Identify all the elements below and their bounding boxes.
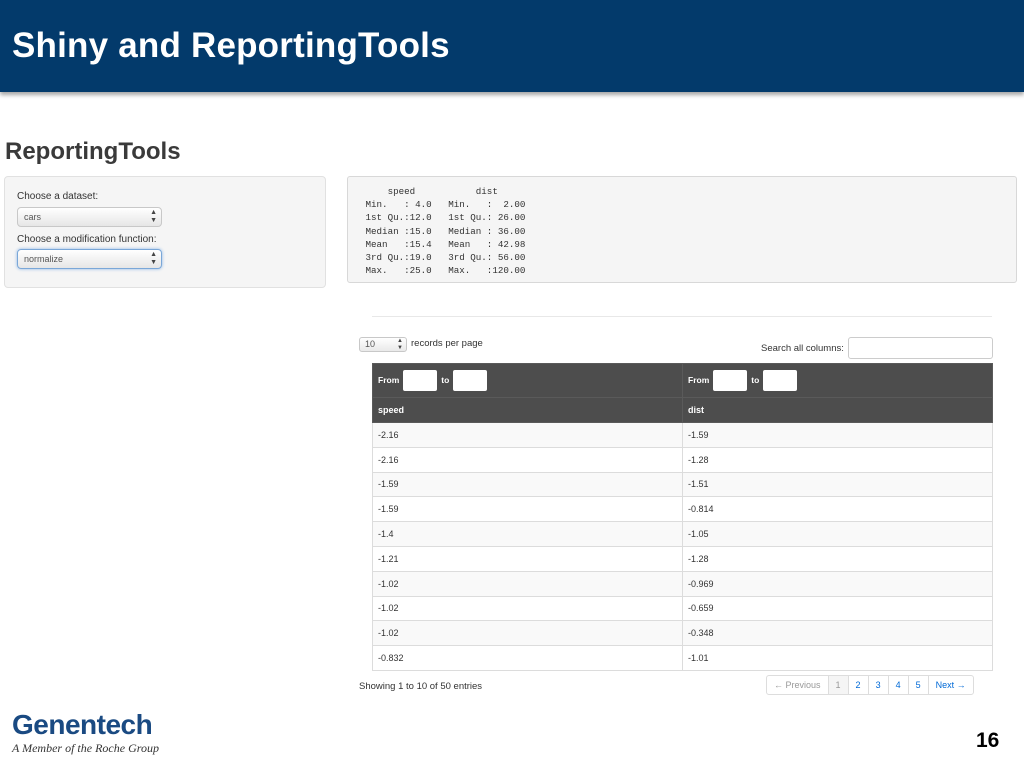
table-cell: -1.28	[682, 545, 993, 572]
table-cell: -1.59	[682, 422, 993, 448]
logo-brand: Genentech	[12, 709, 153, 740]
filter-from-label: From	[688, 374, 710, 385]
table-cell: -1.28	[682, 446, 993, 473]
summary-output: speed dist Min. : 4.0 Min. : 2.00 1st Qu…	[347, 176, 1017, 283]
next-page-button[interactable]: Next →	[927, 676, 973, 694]
column-header-dist[interactable]: dist	[682, 397, 993, 423]
pagination: ← Previous 1 2 3 4 5 Next →	[766, 675, 974, 695]
table-cell: -1.21	[372, 545, 683, 572]
table-cell: -2.16	[372, 422, 683, 448]
table-cell: -0.814	[682, 496, 993, 523]
table-cell: -0.659	[682, 595, 993, 622]
table-cell: -1.59	[372, 496, 683, 523]
filter-row: From to From to	[372, 363, 993, 398]
table-row: -1.02 -0.659	[372, 595, 993, 622]
table-row: -0.832 -1.01	[372, 645, 993, 671]
filter-cell-speed: From to	[372, 363, 683, 398]
select-arrows-icon: ▲ ▼	[150, 251, 157, 266]
table-cell: -2.16	[372, 446, 683, 473]
table-cell: -1.02	[372, 620, 683, 647]
column-header-speed[interactable]: speed	[372, 397, 683, 423]
table-row: -1.4 -1.05	[372, 521, 993, 547]
speed-to-input[interactable]	[453, 370, 488, 391]
dataset-label: Choose a dataset:	[17, 191, 99, 202]
function-select-value: normalize	[24, 254, 64, 264]
table-cell: -0.969	[682, 570, 993, 597]
logo-tagline: A Member of the Roche Group	[12, 741, 159, 755]
records-per-page-label: records per page	[411, 338, 483, 349]
function-select[interactable]: normalize ▲ ▼	[17, 249, 162, 269]
page-button-2[interactable]: 2	[847, 676, 868, 694]
page-button-5[interactable]: 5	[907, 676, 928, 694]
previous-page-button[interactable]: ← Previous	[767, 676, 828, 694]
dataset-select-value: cars	[24, 212, 42, 222]
select-arrows-icon: ▲ ▼	[397, 338, 403, 351]
table-row: -1.59 -0.814	[372, 496, 993, 523]
function-label: Choose a modification function:	[17, 234, 157, 245]
summary-text: speed dist Min. : 4.0 Min. : 2.00 1st Qu…	[365, 186, 526, 277]
dataset-select[interactable]: cars ▲ ▼	[17, 207, 162, 227]
page-button-4[interactable]: 4	[887, 676, 908, 694]
table-cell: -0.832	[372, 645, 683, 671]
page-button-3[interactable]: 3	[867, 676, 888, 694]
filter-to-label: to	[751, 374, 760, 385]
table-row: -2.16 -1.59	[372, 422, 993, 448]
speed-from-input[interactable]	[403, 370, 438, 391]
table-row: -1.02 -0.348	[372, 620, 993, 647]
table-cell: -1.02	[372, 570, 683, 597]
filter-from-label: From	[378, 374, 400, 385]
table-cell: -1.02	[372, 595, 683, 622]
filter-cell-dist: From to	[682, 363, 993, 398]
records-per-page-value: 10	[365, 339, 376, 349]
page-button-1[interactable]: 1	[827, 676, 848, 694]
header-row: speed dist	[372, 397, 993, 423]
filter-to-label: to	[441, 374, 450, 385]
genentech-logo: Genentech A Member of the Roche Group	[12, 709, 159, 756]
entries-info: Showing 1 to 10 of 50 entries	[359, 681, 483, 692]
search-label: Search all columns:	[761, 343, 844, 354]
select-arrows-icon: ▲ ▼	[150, 209, 157, 224]
dist-from-input[interactable]	[713, 370, 748, 391]
table-row: -1.21 -1.28	[372, 545, 993, 572]
table-cell: -1.51	[682, 471, 993, 498]
table-row: -1.02 -0.969	[372, 570, 993, 597]
table-row: -2.16 -1.28	[372, 446, 993, 473]
table-cell: -0.348	[682, 620, 993, 647]
table-row: -1.59 -1.51	[372, 471, 993, 498]
search-input[interactable]	[848, 337, 993, 359]
records-per-page-select[interactable]: 10 ▲ ▼	[359, 337, 407, 352]
slide-title-bar: Shiny and ReportingTools	[0, 0, 1024, 92]
table-cell: -1.05	[682, 521, 993, 547]
table-cell: -1.01	[682, 645, 993, 671]
divider	[372, 316, 992, 317]
dist-to-input[interactable]	[763, 370, 798, 391]
table-cell: -1.4	[372, 521, 683, 547]
slide-title: Shiny and ReportingTools	[12, 26, 450, 65]
sidebar-panel: Choose a dataset: cars ▲ ▼ Choose a modif…	[4, 176, 326, 288]
table-cell: -1.59	[372, 471, 683, 498]
data-table: From to From to speed dist -2.16 -1.59 -2.1…	[372, 363, 993, 671]
slide-page-number: 16	[976, 729, 1000, 752]
app-title: ReportingTools	[5, 138, 181, 165]
